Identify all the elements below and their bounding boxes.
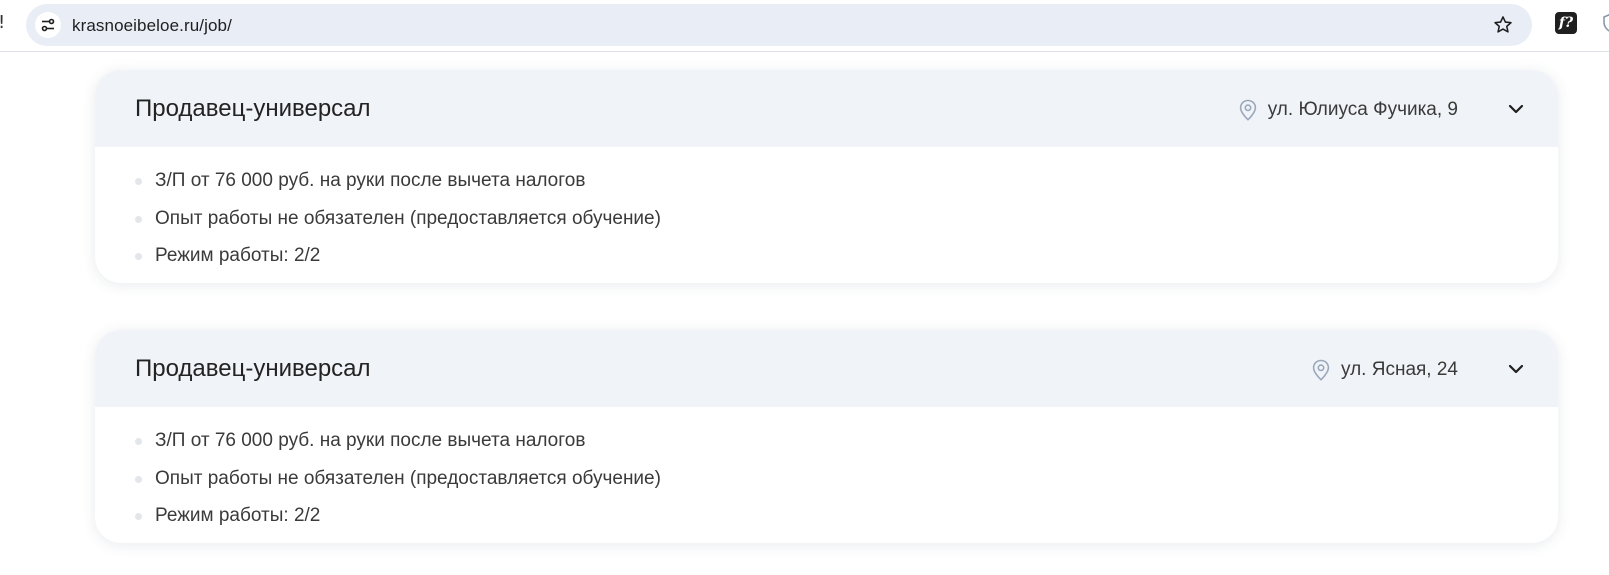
list-item: З/П от 76 000 руб. на руки после вычета … — [135, 429, 1558, 467]
bullet-dot — [135, 475, 142, 483]
detail-text: З/П от 76 000 руб. на руки после вычета … — [155, 430, 586, 451]
job-card: Продавец-универсал ул. Юлиуса Фучика, 9 … — [95, 70, 1558, 283]
job-title: Продавец-универсал — [135, 355, 371, 382]
job-card-header[interactable]: Продавец-универсал ул. Юлиуса Фучика, 9 — [95, 70, 1558, 147]
job-card: Продавец-универсал ул. Ясная, 24 З/П от … — [95, 330, 1558, 543]
extension-icon[interactable]: f? — [1555, 12, 1577, 34]
map-pin-icon — [1312, 359, 1330, 381]
bullet-dot — [135, 253, 142, 260]
list-item: Опыт работы не обязателен (предоставляет… — [135, 467, 1558, 505]
detail-text: Режим работы: 2/2 — [155, 245, 321, 266]
job-location: ул. Ясная, 24 — [1310, 358, 1458, 382]
detail-text: З/П от 76 000 руб. на руки после вычета … — [155, 170, 586, 191]
chevron-down-icon[interactable] — [1508, 363, 1524, 375]
job-location: ул. Юлиуса Фучика, 9 — [1237, 98, 1458, 122]
url-text[interactable]: krasnoeibeloe.ru/job/ — [72, 16, 232, 36]
job-title: Продавец-универсал — [135, 95, 371, 122]
job-address: ул. Ясная, 24 — [1341, 359, 1458, 380]
star-icon[interactable] — [1492, 14, 1514, 36]
bullet-dot — [135, 178, 142, 185]
job-address: ул. Юлиуса Фучика, 9 — [1267, 99, 1458, 120]
job-card-header[interactable]: Продавец-универсал ул. Ясная, 24 — [95, 330, 1558, 407]
chevron-down-icon[interactable] — [1508, 103, 1524, 115]
list-item: З/П от 76 000 руб. на руки после вычета … — [135, 169, 1558, 207]
map-pin-icon — [1239, 99, 1256, 121]
list-item: Режим работы: 2/2 — [135, 504, 1558, 542]
toolbar-edge-glyph: ! — [0, 12, 5, 33]
bullet-dot — [135, 438, 142, 445]
job-details: З/П от 76 000 руб. на руки после вычета … — [95, 147, 1558, 282]
detail-text: Опыт работы не обязателен (предоставляет… — [155, 467, 661, 489]
list-item: Режим работы: 2/2 — [135, 244, 1558, 282]
shield-icon[interactable] — [1600, 12, 1609, 34]
tune-icon[interactable] — [35, 12, 61, 38]
list-item: Опыт работы не обязателен (предоставляет… — [135, 207, 1558, 245]
bullet-dot — [135, 513, 142, 520]
job-details: З/П от 76 000 руб. на руки после вычета … — [95, 407, 1558, 542]
detail-text: Опыт работы не обязателен (предоставляет… — [155, 207, 661, 229]
address-bar[interactable]: krasnoeibeloe.ru/job/ — [26, 4, 1532, 46]
bullet-dot — [135, 215, 142, 223]
page-content: Продавец-универсал ул. Юлиуса Фучика, 9 … — [0, 52, 1609, 575]
detail-text: Режим работы: 2/2 — [155, 505, 321, 526]
browser-toolbar: ! krasnoeibeloe.ru/job/ f? — [0, 0, 1609, 52]
